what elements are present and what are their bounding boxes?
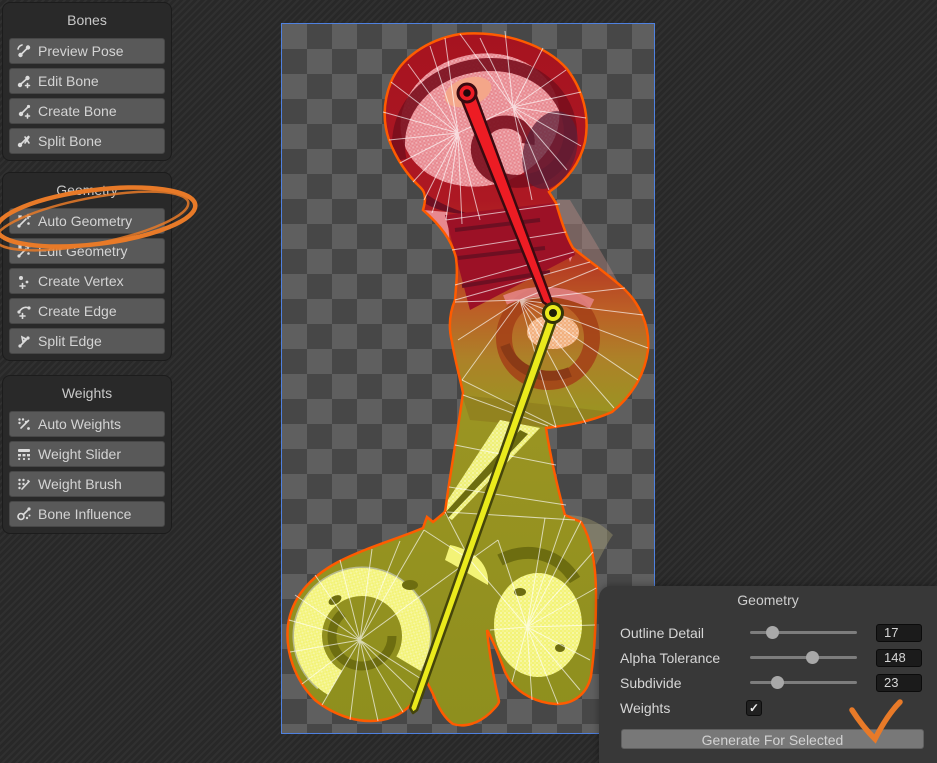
alpha-tolerance-slider[interactable] (750, 645, 857, 670)
create-bone-icon (16, 103, 32, 119)
outline-detail-slider[interactable] (750, 620, 857, 645)
slider-track[interactable] (750, 681, 857, 684)
preview-pose-icon (16, 43, 32, 59)
weights-toggle-label: Weights (620, 700, 670, 716)
outline-detail-row: Outline Detail 17 (599, 620, 937, 645)
subdivide-label: Subdivide (620, 675, 682, 691)
slider-track[interactable] (750, 656, 857, 659)
bones-panel-title: Bones (3, 3, 171, 38)
preview-pose-label: Preview Pose (38, 43, 124, 59)
weight-slider-button[interactable]: Weight Slider (9, 441, 165, 467)
edit-bone-icon (16, 73, 32, 89)
auto-weights-icon (16, 416, 32, 432)
auto-geometry-button[interactable]: Auto Geometry (9, 208, 165, 234)
split-bone-label: Split Bone (38, 133, 102, 149)
edit-geometry-label: Edit Geometry (38, 243, 127, 259)
weights-row: Weights ✓ (599, 695, 937, 720)
auto-geometry-icon (16, 213, 32, 229)
generate-for-selected-button[interactable]: Generate For Selected (621, 729, 924, 749)
weights-panel: Weights Auto Weights Weight Slider Weigh… (2, 375, 172, 534)
split-edge-button[interactable]: Split Edge (9, 328, 165, 354)
weight-brush-label: Weight Brush (38, 476, 122, 492)
subdivide-value[interactable]: 23 (876, 674, 922, 692)
bone-influence-icon (16, 506, 32, 522)
create-vertex-icon (16, 273, 32, 289)
edit-geometry-button[interactable]: Edit Geometry (9, 238, 165, 264)
create-bone-button[interactable]: Create Bone (9, 98, 165, 124)
split-edge-icon (16, 333, 32, 349)
slider-handle[interactable] (766, 626, 779, 639)
geometry-panel: Geometry Auto Geometry Edit Geometry Cre… (2, 172, 172, 361)
alpha-tolerance-value[interactable]: 148 (876, 649, 922, 667)
create-edge-button[interactable]: Create Edge (9, 298, 165, 324)
subdivide-slider[interactable] (750, 670, 857, 695)
slider-handle[interactable] (771, 676, 784, 689)
edit-bone-button[interactable]: Edit Bone (9, 68, 165, 94)
create-edge-label: Create Edge (38, 303, 117, 319)
weights-panel-title: Weights (3, 376, 171, 411)
outline-detail-value[interactable]: 17 (876, 624, 922, 642)
create-vertex-button[interactable]: Create Vertex (9, 268, 165, 294)
outline-detail-label: Outline Detail (620, 625, 704, 641)
weights-checkbox[interactable]: ✓ (746, 700, 762, 716)
bone-influence-label: Bone Influence (38, 506, 131, 522)
slider-handle[interactable] (806, 651, 819, 664)
split-bone-button[interactable]: Split Bone (9, 128, 165, 154)
create-vertex-label: Create Vertex (38, 273, 124, 289)
auto-weights-button[interactable]: Auto Weights (9, 411, 165, 437)
bone-influence-button[interactable]: Bone Influence (9, 501, 165, 527)
preview-pose-button[interactable]: Preview Pose (9, 38, 165, 64)
bones-panel: Bones Preview Pose Edit Bone Create Bone… (2, 2, 172, 161)
weight-brush-icon (16, 476, 32, 492)
split-edge-label: Split Edge (38, 333, 102, 349)
split-bone-icon (16, 133, 32, 149)
checkmark-icon: ✓ (749, 701, 759, 715)
weight-slider-label: Weight Slider (38, 446, 121, 462)
auto-weights-label: Auto Weights (38, 416, 121, 432)
alpha-tolerance-label: Alpha Tolerance (620, 650, 720, 666)
edit-geometry-icon (16, 243, 32, 259)
subdivide-row: Subdivide 23 (599, 670, 937, 695)
create-bone-label: Create Bone (38, 103, 117, 119)
geometry-inspector: Geometry Outline Detail 17 Alpha Toleran… (599, 586, 937, 763)
edit-bone-label: Edit Bone (38, 73, 99, 89)
auto-geometry-label: Auto Geometry (38, 213, 132, 229)
weight-brush-button[interactable]: Weight Brush (9, 471, 165, 497)
weight-slider-icon (16, 446, 32, 462)
geometry-panel-title: Geometry (3, 173, 171, 208)
alpha-tolerance-row: Alpha Tolerance 148 (599, 645, 937, 670)
inspector-title: Geometry (599, 592, 937, 608)
create-edge-icon (16, 303, 32, 319)
